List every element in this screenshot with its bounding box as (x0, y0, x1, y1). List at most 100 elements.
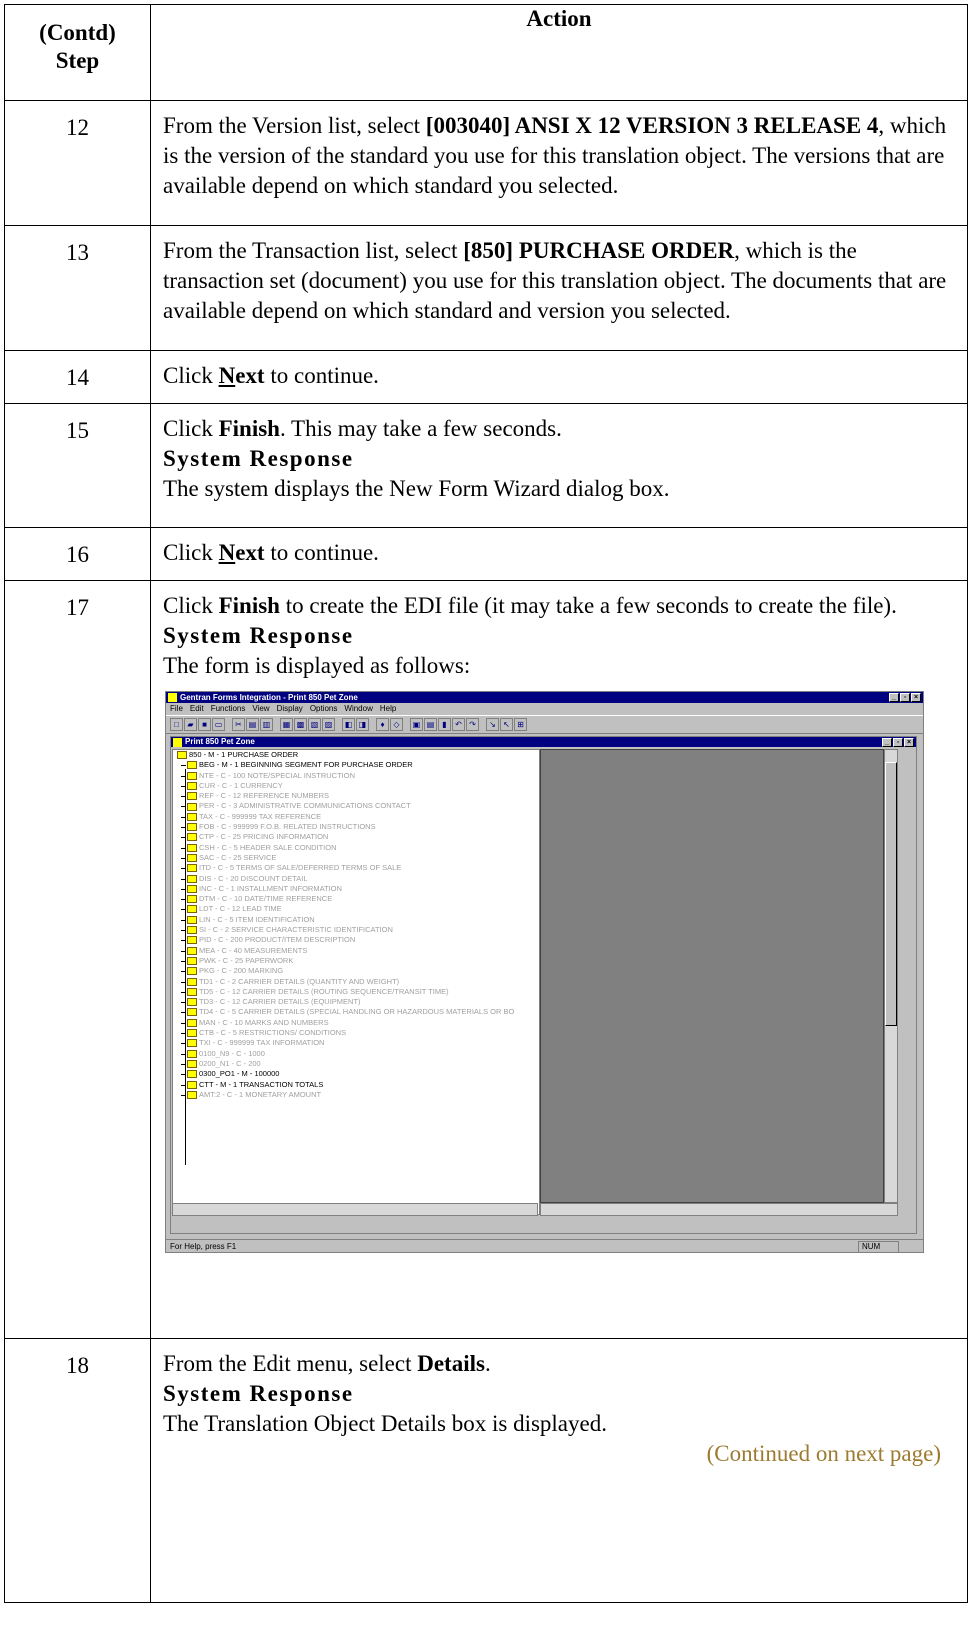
new-icon[interactable]: □ (170, 718, 183, 731)
table-icon[interactable]: ▨ (322, 718, 335, 731)
canvas-horizontal-scrollbar[interactable] (540, 1203, 898, 1216)
tree-item[interactable]: 0200_N1 - C - 200 (173, 1059, 539, 1069)
tree-item[interactable]: 0300_PO1 - M - 100000 (173, 1069, 539, 1079)
scroll-thumb[interactable] (885, 762, 897, 1026)
link-icon[interactable]: ▮ (438, 718, 451, 731)
cut-icon[interactable]: ✂ (232, 718, 245, 731)
menu-help[interactable]: Help (380, 703, 396, 715)
tree-item[interactable]: INC - C - 1 INSTALLMENT INFORMATION (173, 884, 539, 894)
tree-item[interactable]: TD4 - C - 5 CARRIER DETAILS (SPECIAL HAN… (173, 1007, 539, 1017)
tree-item-label: SI - C - 2 SERVICE CHARACTERISTIC IDENTI… (199, 925, 393, 935)
folder-icon (187, 781, 197, 790)
tree-item[interactable]: CUR - C - 1 CURRENCY (173, 781, 539, 791)
bulb-on-icon[interactable]: ♦ (376, 718, 389, 731)
map-icon[interactable]: ◨ (356, 718, 369, 731)
tree-item[interactable]: TXI - C - 999999 TAX INFORMATION (173, 1038, 539, 1048)
tree-root[interactable]: 850 - M - 1 PURCHASE ORDER (173, 750, 539, 760)
tree-item[interactable]: MAN - C - 10 MARKS AND NUMBERS (173, 1018, 539, 1028)
tree-item[interactable]: PKG - C - 200 MARKING (173, 966, 539, 976)
minimize-icon[interactable]: _ (889, 693, 899, 702)
tree-item[interactable]: REF - C - 12 REFERENCE NUMBERS (173, 791, 539, 801)
compile-icon[interactable]: ◧ (342, 718, 355, 731)
tree-item[interactable]: PER - C - 3 ADMINISTRATIVE COMMUNICATION… (173, 801, 539, 811)
tree-item[interactable]: CSH - C - 5 HEADER SALE CONDITION (173, 843, 539, 853)
undo-icon[interactable]: ↶ (452, 718, 465, 731)
tree-item-label: TXI - C - 999999 TAX INFORMATION (199, 1038, 325, 1048)
system-response-heading: System Response (163, 1381, 354, 1406)
open-icon[interactable]: ▰ (184, 718, 197, 731)
tree-item[interactable]: SAC - C - 25 SERVICE (173, 853, 539, 863)
action-text: Click (163, 416, 219, 441)
segment-tree[interactable]: 850 - M - 1 PURCHASE ORDER BEG - M - 1 B… (172, 749, 540, 1215)
step-action: Click Finish to create the EDI file (it … (150, 580, 968, 1339)
tree-item[interactable]: LDT - C - 12 LEAD TIME (173, 904, 539, 914)
header-row: (Contd) Step Action (4, 4, 968, 101)
tree-item[interactable]: AMT:2 - C - 1 MONETARY AMOUNT (173, 1090, 539, 1100)
folder-icon (187, 1049, 197, 1058)
action-text: . (484, 1351, 491, 1376)
arrow-up-icon[interactable]: ↖ (500, 718, 513, 731)
list-icon[interactable]: ▤ (424, 718, 437, 731)
tree-item[interactable]: TD3 - C - 12 CARRIER DETAILS (EQUIPMENT) (173, 997, 539, 1007)
menu-edit[interactable]: Edit (190, 703, 204, 715)
tree-item[interactable]: ITD - C - 5 TERMS OF SALE/DEFERRED TERMS… (173, 863, 539, 873)
tree-item[interactable]: 0100_N9 - C - 1000 (173, 1049, 539, 1059)
restore-icon[interactable]: ▫ (893, 738, 903, 747)
tree-item[interactable]: DIS - C - 20 DISCOUNT DETAIL (173, 874, 539, 884)
print-icon[interactable]: ▭ (212, 718, 225, 731)
step-row: 13 From the Transaction list, select [85… (4, 225, 968, 351)
tree-item[interactable]: NTE - C - 100 NOTE/SPECIAL INSTRUCTION (173, 771, 539, 781)
tree-item[interactable]: DTM - C - 10 DATE/TIME REFERENCE (173, 894, 539, 904)
toolbar: □ ▰ ■ ▭ ✂ ▤ ▥ ▦ ▩ ▧ ▨ ◧ ◨ ♦ ◇ ▣ ▤ ▮ ↶ ↷ … (166, 715, 923, 734)
minimize-icon[interactable]: _ (882, 738, 892, 747)
tree-item[interactable]: LIN - C - 5 ITEM IDENTIFICATION (173, 915, 539, 925)
field-icon[interactable]: ▧ (308, 718, 321, 731)
tree-item[interactable]: TAX - C - 999999 TAX REFERENCE (173, 812, 539, 822)
tree-item-label: TD4 - C - 5 CARRIER DETAILS (SPECIAL HAN… (199, 1007, 515, 1017)
menu-options[interactable]: Options (310, 703, 338, 715)
tree-item[interactable]: PID - C - 200 PRODUCT/ITEM DESCRIPTION (173, 935, 539, 945)
tree-item-label: BEG - M - 1 BEGINNING SEGMENT FOR PURCHA… (199, 760, 413, 770)
tree-item[interactable]: CTB - C - 5 RESTRICTIONS/ CONDITIONS (173, 1028, 539, 1038)
form-icon[interactable]: ▦ (280, 718, 293, 731)
tree-item[interactable]: FOB - C - 999999 F.O.B. RELATED INSTRUCT… (173, 822, 539, 832)
tree-item-label: MAN - C - 10 MARKS AND NUMBERS (199, 1017, 329, 1027)
tree-item[interactable]: SI - C - 2 SERVICE CHARACTERISTIC IDENTI… (173, 925, 539, 935)
menu-file[interactable]: File (170, 703, 183, 715)
tree-item[interactable]: MEA - C - 40 MEASUREMENTS (173, 946, 539, 956)
tree-item[interactable]: TD5 - C - 12 CARRIER DETAILS (ROUTING SE… (173, 987, 539, 997)
tree-item[interactable]: CTP - C - 25 PRICING INFORMATION (173, 832, 539, 842)
step-number: 12 (4, 100, 151, 226)
menu-functions[interactable]: Functions (211, 703, 246, 715)
maximize-icon[interactable]: ▫ (900, 693, 910, 702)
folder-icon (187, 956, 197, 965)
form-canvas[interactable] (540, 749, 884, 1203)
menu-view[interactable]: View (252, 703, 269, 715)
tree-item[interactable]: BEG - M - 1 BEGINNING SEGMENT FOR PURCHA… (173, 760, 539, 770)
vertical-scrollbar[interactable] (884, 749, 898, 1203)
redo-icon[interactable]: ↷ (466, 718, 479, 731)
bulb-off-icon[interactable]: ◇ (390, 718, 403, 731)
paste-icon[interactable]: ▥ (260, 718, 273, 731)
copy-icon[interactable]: ▤ (246, 718, 259, 731)
layout-icon[interactable]: ⊞ (514, 718, 527, 731)
menu-display[interactable]: Display (277, 703, 303, 715)
arrow-down-icon[interactable]: ↘ (486, 718, 499, 731)
folder-icon (187, 1008, 197, 1017)
folder-icon (187, 792, 197, 801)
tree-item[interactable]: CTT - M - 1 TRANSACTION TOTALS (173, 1080, 539, 1090)
close-icon[interactable]: × (904, 738, 914, 747)
window-icon[interactable]: ▣ (410, 718, 423, 731)
menu-window[interactable]: Window (344, 703, 372, 715)
step-number: 14 (4, 350, 151, 404)
tree-horizontal-scrollbar[interactable] (172, 1203, 538, 1216)
tree-item-label: TD1 - C - 2 CARRIER DETAILS (QUANTITY AN… (199, 976, 400, 986)
grid-icon[interactable]: ▩ (294, 718, 307, 731)
tree-item[interactable]: TD1 - C - 2 CARRIER DETAILS (QUANTITY AN… (173, 977, 539, 987)
tree-item[interactable]: PWK - C - 25 PAPERWORK (173, 956, 539, 966)
action-bold: Finish (218, 416, 280, 441)
folder-icon (187, 946, 197, 955)
tree-item-label: DIS - C - 20 DISCOUNT DETAIL (199, 873, 308, 883)
save-icon[interactable]: ■ (198, 718, 211, 731)
close-icon[interactable]: × (911, 693, 921, 702)
